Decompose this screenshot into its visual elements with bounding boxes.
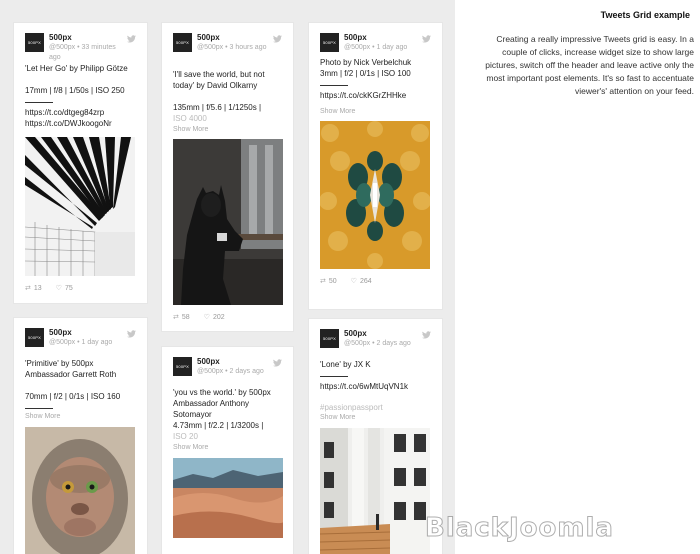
tweet-header: 500PX 500px @500px • 3 hours ago: [173, 33, 282, 59]
author-name[interactable]: 500px: [49, 328, 122, 337]
tweet-author-block: 500px @500px • 2 days ago: [344, 329, 417, 348]
author-name[interactable]: 500px: [49, 33, 122, 42]
sidebar-title: Tweets Grid example: [600, 10, 690, 20]
twitter-bird-icon[interactable]: [127, 330, 136, 338]
photo-building-image: [320, 428, 430, 554]
tweet-author-block: 500px @500px • 33 minutes ago: [49, 33, 122, 62]
retweet-icon: ⇄: [25, 285, 31, 292]
account-logo[interactable]: 500PX: [320, 33, 339, 52]
tweet-card: 500PX 500px @500px • 33 minutes ago 'Let…: [13, 22, 148, 304]
like-count[interactable]: ♡ 202: [204, 313, 225, 321]
tweet-text: Photo by Nick Verbelchuk 3mm | f/2 | 0/1…: [320, 58, 412, 78]
account-logo[interactable]: 500PX: [320, 329, 339, 348]
tweet-meta: @500px • 3 hours ago: [197, 44, 267, 51]
tweet-author-block: 500px @500px • 2 days ago: [197, 357, 268, 376]
tweet-links[interactable]: https://t.co/6wMtUqVN1k: [320, 381, 431, 392]
twitter-bird-icon[interactable]: [273, 359, 282, 367]
tweet-stats: ⇄ 50 ♡ 264: [320, 277, 431, 285]
photo-forest-image: [320, 121, 430, 269]
heart-icon: ♡: [55, 285, 62, 292]
tweet-meta: @500px • 2 days ago: [344, 340, 411, 347]
twitter-bird-icon[interactable]: [422, 35, 431, 43]
tweet-meta: @500px • 33 minutes ago: [49, 44, 116, 61]
tweet-header: 500PX 500px @500px • 1 day ago: [25, 328, 136, 354]
retweet-count[interactable]: ⇄ 58: [173, 313, 190, 321]
like-count[interactable]: ♡ 75: [56, 284, 73, 292]
show-more-link[interactable]: Show More: [25, 413, 136, 420]
retweet-icon: ⇄: [173, 314, 179, 321]
sidebar-description: Creating a really impressive Tweets grid…: [485, 34, 694, 96]
page: 500PX 500px @500px • 33 minutes ago 'Let…: [0, 0, 700, 554]
tweet-photo[interactable]: [173, 458, 283, 538]
account-logo[interactable]: 500PX: [25, 33, 44, 52]
heart-icon: ♡: [350, 278, 357, 285]
separator: [25, 408, 53, 409]
show-more-link[interactable]: Show More: [173, 444, 282, 451]
twitter-bird-icon[interactable]: [127, 35, 136, 43]
tweet-stats: ⇄ 58 ♡ 202: [173, 313, 282, 321]
tweet-text-faded: ISO 4000: [173, 114, 207, 123]
tweet-photo[interactable]: [173, 139, 283, 305]
tweet-card: 500PX 500px @500px • 2 days ago 'Lone' b…: [308, 318, 443, 554]
hashtag-faded[interactable]: #passionpassport: [320, 402, 431, 413]
tweet-card: 500PX 500px @500px • 3 hours ago 'I'll s…: [161, 22, 294, 332]
photo-desert-image: [173, 458, 283, 538]
tweet-card: 500PX 500px @500px • 1 day ago Photo by …: [308, 22, 443, 310]
tweet-stats: ⇄ 13 ♡ 75: [25, 284, 136, 292]
separator: [25, 102, 53, 103]
tweet-meta: @500px • 1 day ago: [344, 44, 408, 51]
like-count[interactable]: ♡ 264: [351, 277, 372, 285]
tweet-links[interactable]: https://t.co/ckKGrZHHke: [320, 90, 431, 101]
tweets-grid: 500PX 500px @500px • 33 minutes ago 'Let…: [0, 0, 455, 554]
photo-stripes-image: [25, 137, 135, 276]
tweet-author-block: 500px @500px • 1 day ago: [344, 33, 417, 52]
twitter-bird-icon[interactable]: [422, 331, 431, 339]
watermark: BlackJoomla: [425, 513, 614, 544]
author-name[interactable]: 500px: [344, 33, 417, 42]
show-more-link[interactable]: Show More: [320, 108, 431, 115]
retweet-count[interactable]: ⇄ 13: [25, 284, 42, 292]
separator: [320, 85, 348, 86]
tweet-text-faded: ISO 20: [173, 432, 198, 441]
tweet-meta: @500px • 2 days ago: [197, 368, 264, 375]
tweet-text: 'Primitive' by 500px Ambassador Garrett …: [25, 359, 121, 401]
photo-monkey-image: [25, 427, 135, 554]
tweet-photo[interactable]: [25, 137, 135, 276]
tweet-text: 'Lone' by JX K: [320, 360, 371, 369]
tweet-header: 500PX 500px @500px • 2 days ago: [173, 357, 282, 383]
tweet-header: 500PX 500px @500px • 2 days ago: [320, 329, 431, 355]
tweet-text: 'you vs the world.' by 500px Ambassador …: [173, 388, 271, 430]
show-more-link[interactable]: Show More: [320, 414, 431, 421]
photo-batman-image: [173, 139, 283, 305]
tweet-meta: @500px • 1 day ago: [49, 339, 113, 346]
tweet-card: 500PX 500px @500px • 2 days ago 'you vs …: [161, 346, 294, 554]
tweet-header: 500PX 500px @500px • 33 minutes ago: [25, 33, 136, 62]
tweet-header: 500PX 500px @500px • 1 day ago: [320, 33, 431, 59]
tweet-links[interactable]: https://t.co/dtgeg84zrp https://t.co/DWJ…: [25, 107, 136, 129]
author-name[interactable]: 500px: [197, 357, 268, 366]
show-more-link[interactable]: Show More: [173, 126, 282, 133]
twitter-bird-icon[interactable]: [273, 35, 282, 43]
tweet-text: 'Let Her Go' by Philipp Götze 17mm | f/8…: [25, 64, 128, 95]
tweet-photo[interactable]: [25, 427, 135, 554]
separator: [320, 376, 348, 377]
retweet-icon: ⇄: [320, 278, 326, 285]
tweet-author-block: 500px @500px • 1 day ago: [49, 328, 122, 347]
tweet-author-block: 500px @500px • 3 hours ago: [197, 33, 268, 52]
tweet-photo[interactable]: [320, 428, 430, 554]
tweet-text: 'I'll save the world, but not today' by …: [173, 70, 265, 112]
account-logo[interactable]: 500PX: [25, 328, 44, 347]
retweet-count[interactable]: ⇄ 50: [320, 277, 337, 285]
author-name[interactable]: 500px: [344, 329, 417, 338]
account-logo[interactable]: 500PX: [173, 33, 192, 52]
heart-icon: ♡: [203, 314, 210, 321]
account-logo[interactable]: 500PX: [173, 357, 192, 376]
tweet-photo[interactable]: [320, 121, 430, 269]
tweet-card: 500PX 500px @500px • 1 day ago 'Primitiv…: [13, 317, 148, 554]
author-name[interactable]: 500px: [197, 33, 268, 42]
